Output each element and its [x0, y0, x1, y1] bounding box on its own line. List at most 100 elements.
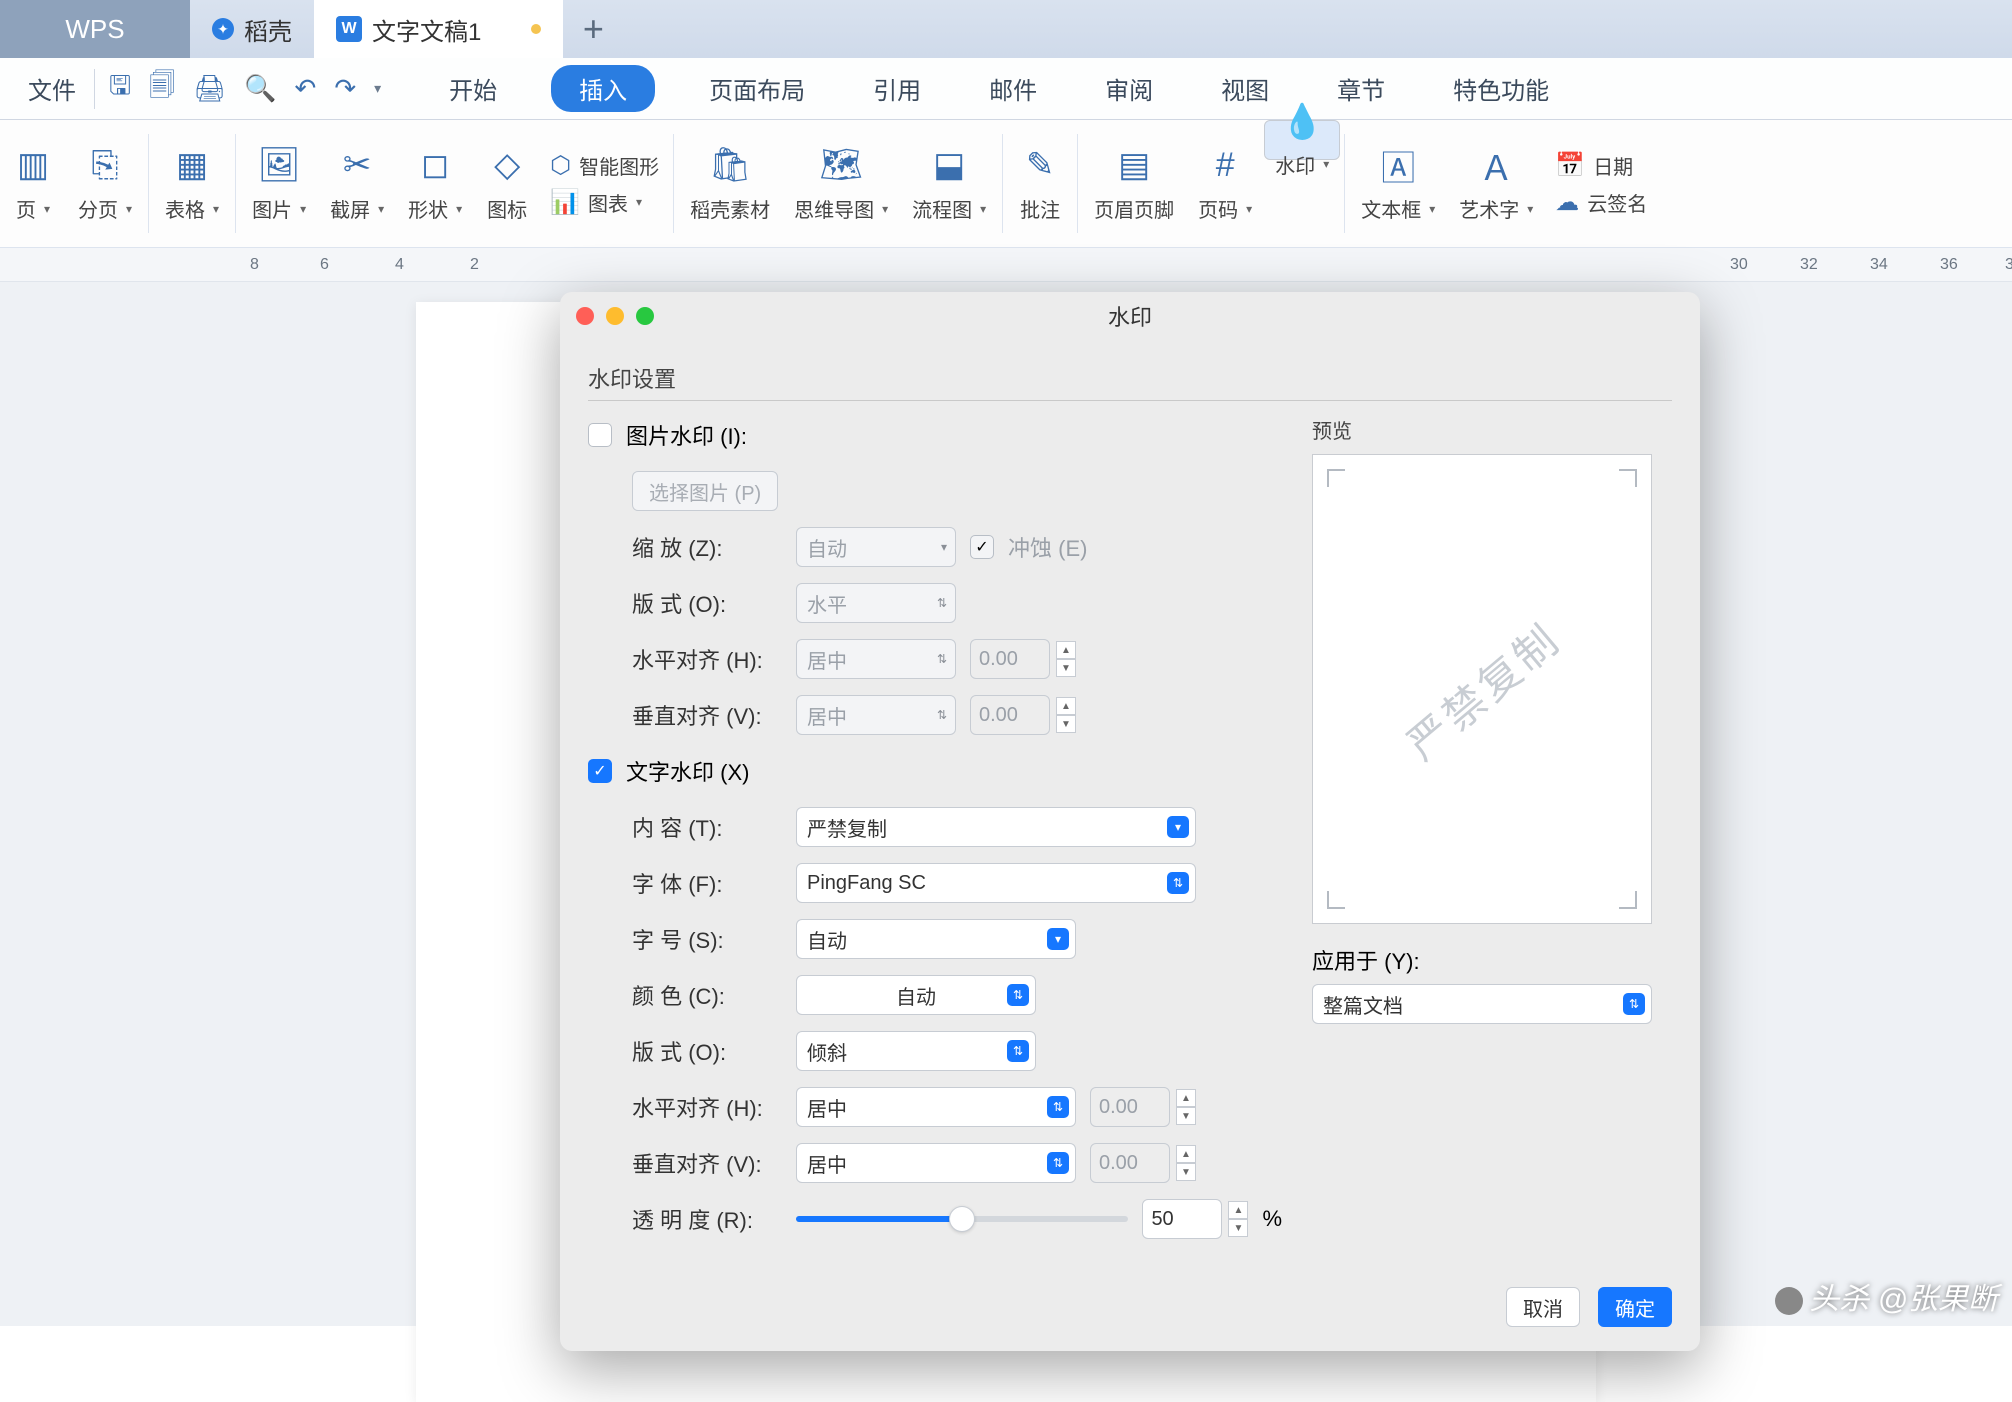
ribbon: ▥页 ⎘分页 ▦表格 🖼图片 ✂截屏 ◻形状 ◇图标 ⬡智能图形 📊图表▾ 🛍稻…: [0, 120, 2012, 248]
h-align-label: 水平对齐 (H):: [632, 643, 782, 675]
tab-mail[interactable]: 邮件: [975, 65, 1051, 112]
page-break-button[interactable]: ⎘分页: [66, 120, 144, 247]
v-offset-spinner[interactable]: ▲▼: [970, 695, 1076, 735]
size-select[interactable]: 自动▾: [796, 919, 1076, 959]
opacity-label: 透 明 度 (R):: [632, 1203, 782, 1235]
layout2-select[interactable]: 倾斜⇅: [796, 1031, 1036, 1071]
h-align-select[interactable]: 居中⇅: [796, 639, 956, 679]
h-offset-spinner[interactable]: ▲▼: [970, 639, 1076, 679]
erode-label: 冲蚀 (E): [1008, 531, 1087, 563]
tab-review[interactable]: 审阅: [1091, 65, 1167, 112]
smartart-button[interactable]: ⬡智能图形: [550, 151, 659, 180]
ruler-tick: 6: [320, 248, 329, 281]
screenshot-button[interactable]: ✂截屏: [318, 120, 396, 247]
h2-offset-spinner[interactable]: ▲▼: [1090, 1087, 1196, 1127]
minimize-icon[interactable]: [606, 307, 624, 325]
print-preview-icon[interactable]: 🔍: [244, 73, 276, 104]
header-footer-button[interactable]: ▤页眉页脚: [1082, 120, 1186, 247]
image-watermark-checkbox[interactable]: [588, 423, 612, 447]
save-as-icon[interactable]: 🗐: [149, 67, 175, 111]
qat-dropdown-icon[interactable]: ▾: [374, 80, 381, 97]
modified-indicator-icon: [531, 24, 541, 34]
tab-page-layout[interactable]: 页面布局: [695, 65, 819, 112]
preview-label: 预览: [1312, 415, 1672, 444]
comment-button[interactable]: ✎批注: [1007, 120, 1073, 247]
picture-button[interactable]: 🖼图片: [240, 120, 318, 247]
file-menu[interactable]: 文件: [10, 71, 94, 106]
h2-select[interactable]: 居中⇅: [796, 1087, 1076, 1127]
ok-button[interactable]: 确定: [1598, 1287, 1672, 1327]
close-icon[interactable]: [576, 307, 594, 325]
opacity-spinner[interactable]: ▲▼: [1142, 1199, 1248, 1239]
daoke-icon: ✦: [212, 18, 234, 40]
text-watermark-label: 文字水印 (X): [626, 755, 749, 787]
print-icon[interactable]: 🖨: [193, 73, 226, 104]
undo-icon[interactable]: ↶: [295, 73, 317, 104]
icon-button[interactable]: ◇图标: [474, 120, 540, 247]
ruler-tick: 34: [1870, 248, 1888, 281]
layout-label: 版 式 (O):: [632, 587, 782, 619]
content-label: 内 容 (T):: [632, 811, 782, 843]
cancel-button[interactable]: 取消: [1506, 1287, 1580, 1327]
chart-button[interactable]: 📊图表▾: [550, 188, 659, 217]
tab-sections[interactable]: 章节: [1323, 65, 1399, 112]
ruler-tick: 36: [1940, 248, 1958, 281]
layout2-label: 版 式 (O):: [632, 1035, 782, 1067]
shape-button[interactable]: ◻形状: [396, 120, 474, 247]
erode-checkbox[interactable]: ✓: [970, 535, 994, 559]
zoom-select[interactable]: 自动▾: [796, 527, 956, 567]
select-image-button[interactable]: 选择图片 (P): [632, 471, 778, 511]
text-watermark-checkbox[interactable]: ✓: [588, 759, 612, 783]
ruler-tick: 30: [1730, 248, 1748, 281]
wordart-button[interactable]: Ａ艺术字: [1447, 120, 1545, 247]
v2-offset-spinner[interactable]: ▲▼: [1090, 1143, 1196, 1183]
ruler-tick: 32: [1800, 248, 1818, 281]
tab-start[interactable]: 开始: [435, 65, 511, 112]
dialog-title: 水印: [1108, 300, 1152, 332]
content-select[interactable]: 严禁复制▾: [796, 807, 1196, 847]
redo-icon[interactable]: ↷: [334, 73, 356, 104]
v-align-select[interactable]: 居中⇅: [796, 695, 956, 735]
font-label: 字 体 (F):: [632, 867, 782, 899]
tab-references[interactable]: 引用: [859, 65, 935, 112]
preview-box: 严禁复制: [1312, 454, 1652, 924]
table-button[interactable]: ▦表格: [153, 120, 231, 247]
mindmap-button[interactable]: 🗺思维导图: [782, 120, 900, 247]
tab-insert[interactable]: 插入: [551, 65, 655, 112]
layout-select[interactable]: 水平⇅: [796, 583, 956, 623]
image-watermark-label: 图片水印 (I):: [626, 419, 747, 451]
ruler-tick: 38: [2005, 248, 2012, 281]
opacity-slider[interactable]: [796, 1216, 1128, 1222]
watermark-dialog: 水印 水印设置 图片水印 (I): 选择图片 (P) 缩 放 (Z): 自动▾ …: [560, 292, 1700, 1351]
dialog-titlebar[interactable]: 水印: [560, 292, 1700, 340]
tab-view[interactable]: 视图: [1207, 65, 1283, 112]
tab-label: 文字文稿1: [372, 12, 481, 47]
flowchart-button[interactable]: ⬓流程图: [900, 120, 998, 247]
watermark-button[interactable]: 💧水印: [1264, 120, 1340, 160]
tab-daoke[interactable]: ✦ 稻壳: [190, 0, 314, 58]
zoom-label: 缩 放 (Z):: [632, 531, 782, 563]
tab-features[interactable]: 特色功能: [1439, 65, 1563, 112]
v2-select[interactable]: 居中⇅: [796, 1143, 1076, 1183]
new-tab-button[interactable]: +: [563, 0, 623, 58]
tab-document[interactable]: W 文字文稿1: [314, 0, 563, 58]
document-icon: W: [336, 16, 362, 42]
maximize-icon[interactable]: [636, 307, 654, 325]
ruler[interactable]: 8 6 4 2 30 32 34 36 38: [0, 248, 2012, 282]
menubar: 文件 🖫 🗐 🖨 🔍 ↶ ↷ ▾ 开始 插入 页面布局 引用 邮件 审阅 视图 …: [0, 58, 2012, 120]
titlebar: WPS ✦ 稻壳 W 文字文稿1 +: [0, 0, 2012, 58]
quick-access-toolbar: 🖫 🗐 🖨 🔍 ↶ ↷ ▾: [94, 69, 395, 109]
apply-select[interactable]: 整篇文档⇅: [1312, 984, 1652, 1024]
cover-page-button[interactable]: ▥页: [0, 120, 66, 247]
wps-badge[interactable]: WPS: [0, 0, 190, 58]
cloud-sign-button[interactable]: ☁云签名: [1555, 188, 1647, 217]
textbox-button[interactable]: 🄰文本框: [1349, 120, 1447, 247]
page-number-button[interactable]: #页码: [1186, 120, 1264, 247]
save-icon[interactable]: 🖫: [109, 67, 131, 111]
font-select[interactable]: PingFang SC⇅: [796, 863, 1196, 903]
date-button[interactable]: 📅日期: [1555, 151, 1647, 180]
daoke-material-button[interactable]: 🛍稻壳素材: [678, 120, 782, 247]
tab-label: 稻壳: [244, 12, 292, 47]
color-select[interactable]: 自动⇅: [796, 975, 1036, 1015]
credit-watermark: 头杀 @张果断: [1775, 1274, 1998, 1318]
